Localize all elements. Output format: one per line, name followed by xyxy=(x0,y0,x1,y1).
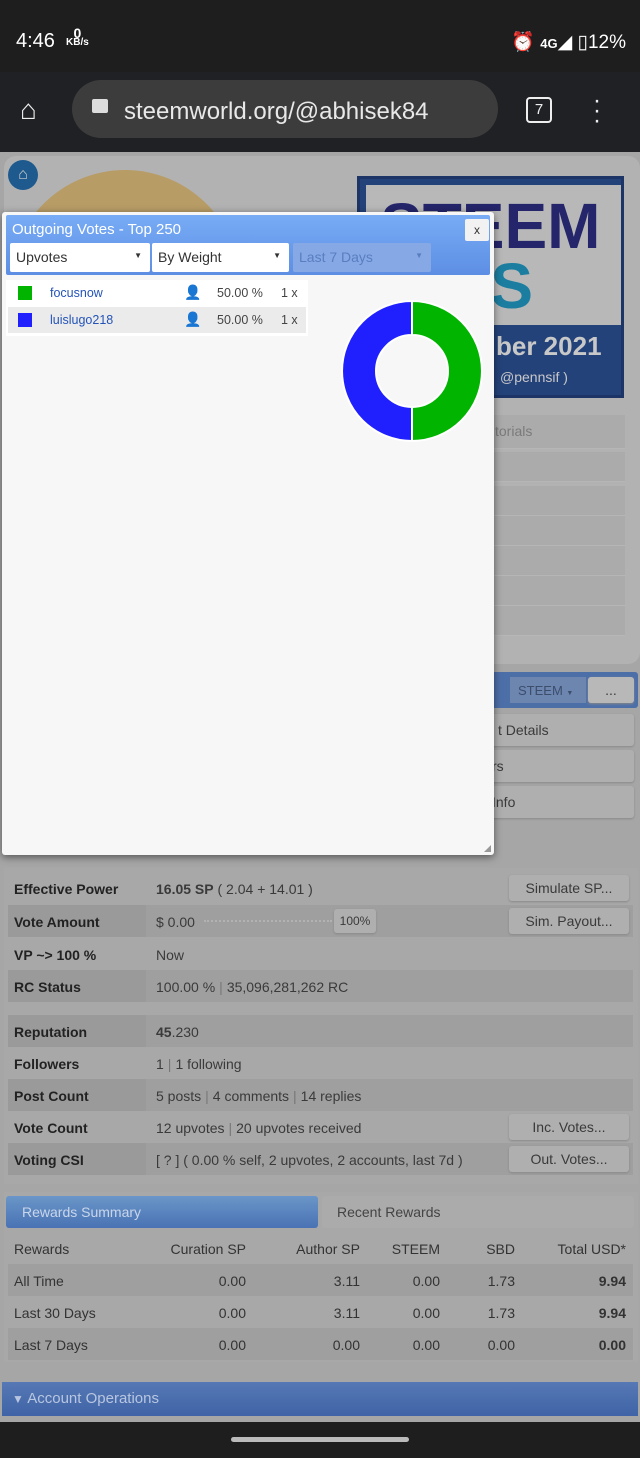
color-swatch xyxy=(18,286,32,300)
table-row: Last 30 Days 0.00 3.11 0.00 1.73 9.94 xyxy=(8,1296,633,1328)
cell: 0.00 xyxy=(218,1337,246,1353)
cell: 0.00 xyxy=(218,1305,246,1321)
cell: Author SP xyxy=(296,1241,360,1257)
vote-row: luislugo218 👤 50.00 % 1 x xyxy=(8,307,306,333)
cell: 0.00 xyxy=(487,1337,515,1353)
cell: STEEM xyxy=(391,1241,440,1257)
stat-vp: VP ~> 100 % Now xyxy=(14,947,185,963)
stat-vote-count: Vote Count 12 upvotes | 20 upvotes received… xyxy=(8,1111,633,1143)
network-speed: 0 KB/s xyxy=(66,25,89,48)
inc-votes-button[interactable]: Inc. Votes... xyxy=(509,1114,629,1140)
chevron-down-icon: ▼ xyxy=(134,251,142,260)
cell: 0.00 xyxy=(412,1337,440,1353)
period-select[interactable]: Last 7 Days ▼ xyxy=(293,243,431,272)
triangle-down-icon: ▼ xyxy=(12,1392,24,1406)
dialog-title: Outgoing Votes - Top 250 xyxy=(12,221,182,238)
user-icon: 👤 xyxy=(184,284,202,300)
sort-select[interactable]: By Weight ▼ xyxy=(152,243,289,272)
wallet-select[interactable]: STEEM ▼ xyxy=(510,677,586,703)
tab-rewards-summary[interactable]: Rewards Summary xyxy=(6,1196,318,1228)
status-bar: 4:46 0 KB/s ⏰ 4G◢ ▯12% xyxy=(0,0,640,72)
tab-switcher-button[interactable]: 7 xyxy=(526,97,552,123)
cell: All Time xyxy=(14,1273,64,1289)
cell: 1.73 xyxy=(487,1273,515,1289)
lock-icon xyxy=(92,99,108,113)
url-text[interactable]: steemworld.org/@abhisek84 xyxy=(124,98,429,126)
vote-weight-slider[interactable] xyxy=(204,920,332,922)
cell: Last 30 Days xyxy=(14,1305,96,1321)
cell: 9.94 xyxy=(598,1305,626,1321)
stat-vote-amount: Vote Amount $ 0.00 100% Sim. Payout... xyxy=(8,905,633,937)
stat-reputation: Reputation 45.230 xyxy=(8,1015,633,1047)
cell: 1.73 xyxy=(487,1305,515,1321)
close-button[interactable]: x xyxy=(465,219,489,241)
vote-type-select[interactable]: Upvotes ▼ xyxy=(10,243,150,272)
cell: Curation SP xyxy=(170,1241,246,1257)
home-gesture-handle[interactable] xyxy=(231,1437,409,1442)
chevron-down-icon: ▼ xyxy=(273,251,281,260)
stat-rc: RC Status 100.00 % | 35,096,281,262 RC xyxy=(8,970,633,1002)
resize-handle[interactable] xyxy=(484,845,491,852)
clock: 4:46 xyxy=(16,30,55,52)
color-swatch xyxy=(18,313,32,327)
table-row: All Time 0.00 3.11 0.00 1.73 9.94 xyxy=(8,1264,633,1296)
cell: 0.00 xyxy=(412,1305,440,1321)
tab-recent-rewards[interactable]: Recent Rewards xyxy=(322,1196,634,1228)
home-icon[interactable]: ⌂ xyxy=(20,94,37,126)
table-row: Last 7 Days 0.00 0.00 0.00 0.00 0.00 xyxy=(8,1328,633,1360)
cell: Rewards xyxy=(14,1241,70,1257)
side-item[interactable]: rs xyxy=(470,750,634,782)
stat-voting-csi: Voting CSI[ ? ] ( 0.00 % self, 2 upvotes… xyxy=(8,1143,633,1175)
cell: Last 7 Days xyxy=(14,1337,88,1353)
stat-post-count: Post Count 5 posts | 4 comments | 14 replies xyxy=(8,1079,633,1111)
cell: SBD xyxy=(486,1241,515,1257)
donut-slice-luislugo218 xyxy=(341,299,413,443)
side-item[interactable]: Info xyxy=(470,786,634,818)
cell: 0.00 xyxy=(218,1273,246,1289)
side-item[interactable]: t Details xyxy=(470,714,634,746)
cell: 0.00 xyxy=(332,1337,360,1353)
stat-effective-power: Effective Power 16.05 SP ( 2.04 + 14.01 )… xyxy=(8,872,633,904)
more-vert-icon[interactable]: · · · xyxy=(592,89,602,133)
user-icon: 👤 xyxy=(184,311,202,327)
cell: 0.00 xyxy=(598,1337,626,1353)
stat-followers: Followers 1 | 1 following xyxy=(14,1056,242,1072)
gesture-nav-bar xyxy=(0,1422,640,1458)
cell: Total USD* xyxy=(557,1241,626,1257)
out-votes-button[interactable]: Out. Votes... xyxy=(509,1146,629,1172)
cell: 3.11 xyxy=(333,1305,360,1321)
table-header: Rewards Curation SP Author SP STEEM SBD Total… xyxy=(8,1232,633,1264)
vote-row: focusnow 👤 50.00 % 1 x xyxy=(8,280,306,306)
chevron-down-icon: ▼ xyxy=(415,251,423,260)
cell: 0.00 xyxy=(412,1273,440,1289)
sim-payout-button[interactable]: Sim. Payout... xyxy=(509,908,629,934)
4g-signal-icon: 4G xyxy=(540,36,558,51)
votes-donut-chart xyxy=(341,299,483,443)
home-icon[interactable]: ⌂ xyxy=(8,160,38,190)
battery-level: 12% xyxy=(587,32,626,53)
cell: 3.11 xyxy=(333,1273,360,1289)
vote-weight-handle[interactable]: 100% xyxy=(334,909,376,933)
cell: 9.94 xyxy=(598,1273,626,1289)
alarm-icon: ⏰ xyxy=(511,32,535,53)
voter-link[interactable]: luislugo218 xyxy=(50,313,113,327)
voter-link[interactable]: focusnow xyxy=(50,286,103,300)
dialog-header: Outgoing Votes - Top 250 x Upvotes ▼ By W… xyxy=(6,215,490,275)
browser-toolbar: ⌂ steemworld.org/@abhisek84 7 · · · xyxy=(0,72,640,152)
donut-slice-focusnow xyxy=(411,299,483,443)
more-button[interactable]: ... xyxy=(588,677,634,703)
battery-icon: ▯ xyxy=(577,32,588,53)
account-operations-header[interactable]: ▼ Account Operations xyxy=(2,1382,638,1416)
simulate-sp-button[interactable]: Simulate SP... xyxy=(509,875,629,901)
status-icons: ⏰ 4G◢ ▯12% xyxy=(511,32,626,53)
outgoing-votes-dialog: Outgoing Votes - Top 250 x Upvotes ▼ By W… xyxy=(2,212,494,855)
